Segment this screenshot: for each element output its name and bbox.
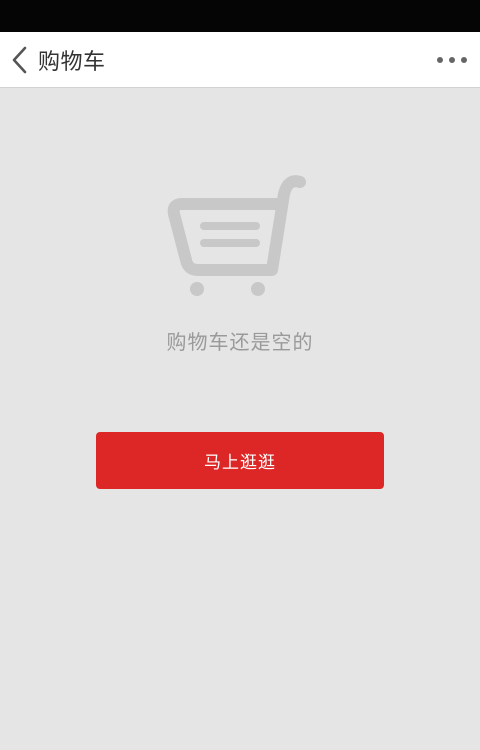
go-shopping-button[interactable]: 马上逛逛 xyxy=(96,432,384,489)
more-button[interactable] xyxy=(432,40,472,80)
shopping-cart-icon xyxy=(167,175,306,296)
chevron-left-icon xyxy=(12,46,27,74)
back-button[interactable]: 购物车 xyxy=(8,38,106,82)
more-dots-icon xyxy=(437,57,467,63)
page-title: 购物车 xyxy=(38,50,106,75)
header-bar: 购物车 xyxy=(0,32,480,88)
status-bar xyxy=(0,0,480,32)
empty-cart-message: 购物车还是空的 xyxy=(166,330,314,354)
